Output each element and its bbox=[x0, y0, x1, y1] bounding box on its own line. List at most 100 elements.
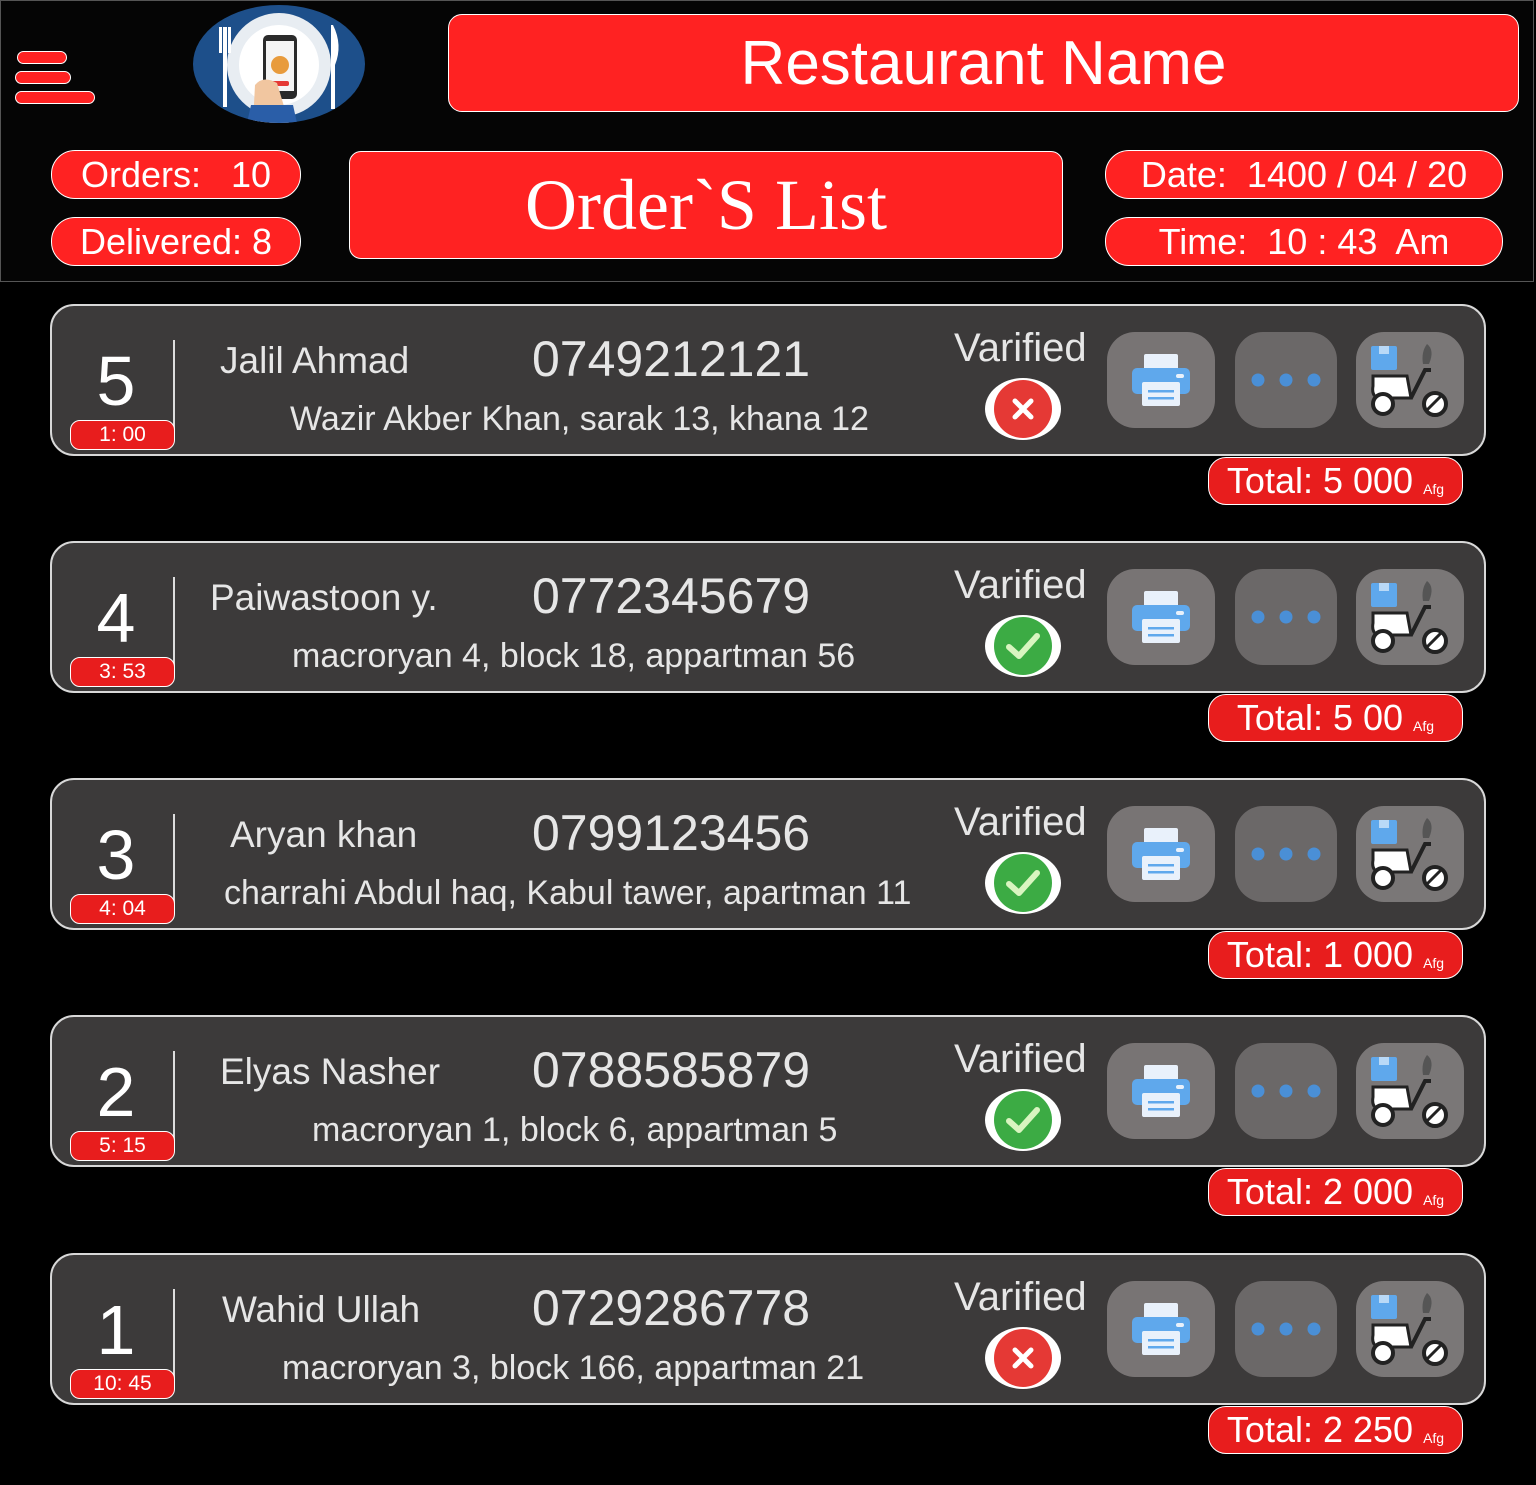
time-badge: Time: 10 : 43 Am bbox=[1105, 217, 1503, 266]
currency: Afg bbox=[1423, 1430, 1445, 1446]
order-number: 1 bbox=[96, 1291, 136, 1369]
order-total-badge: Total: 2 000 Afg bbox=[1208, 1168, 1463, 1216]
order-total: Total: 5 00 bbox=[1236, 697, 1404, 738]
date-badge: Date: 1400 / 04 / 20 bbox=[1105, 150, 1503, 199]
customer-address: Wazir Akber Khan, sarak 13, khana 12 bbox=[290, 400, 869, 438]
order-time-badge: 4: 04 bbox=[70, 894, 175, 924]
restaurant-name: Restaurant Name bbox=[448, 14, 1519, 112]
order-time-badge: 10: 45 bbox=[70, 1369, 175, 1399]
divider bbox=[173, 814, 175, 910]
verified-label: Varified bbox=[954, 326, 1087, 370]
customer-address: macroryan 1, block 6, appartman 5 bbox=[312, 1111, 838, 1149]
currency: Afg bbox=[1423, 481, 1445, 497]
verified-status-icon bbox=[985, 852, 1061, 914]
printer-icon bbox=[1132, 828, 1190, 880]
check-icon bbox=[994, 854, 1052, 912]
customer-name: Jalil Ahmad bbox=[220, 340, 410, 381]
orders-count-badge: Orders: 10 bbox=[51, 150, 301, 199]
print-button[interactable] bbox=[1107, 569, 1215, 665]
hamburger-menu-icon[interactable] bbox=[15, 51, 97, 111]
print-button[interactable] bbox=[1107, 806, 1215, 902]
order-total-badge: Total: 1 000 Afg bbox=[1208, 931, 1463, 979]
printer-icon bbox=[1132, 1303, 1190, 1355]
check-icon bbox=[994, 1091, 1052, 1149]
more-options-icon bbox=[1251, 373, 1321, 387]
more-options-button[interactable] bbox=[1235, 1281, 1337, 1377]
more-options-button[interactable] bbox=[1235, 1043, 1337, 1139]
delivery-scooter-icon bbox=[1371, 1055, 1448, 1128]
printer-icon bbox=[1132, 354, 1190, 406]
order-number: 2 bbox=[96, 1053, 136, 1131]
deliver-button[interactable] bbox=[1356, 569, 1464, 665]
currency: Afg bbox=[1423, 955, 1445, 971]
customer-phone: 0749212121 bbox=[532, 331, 811, 387]
print-button[interactable] bbox=[1107, 332, 1215, 428]
check-icon bbox=[994, 617, 1052, 675]
order-number: 5 bbox=[96, 342, 136, 420]
currency: Afg bbox=[1423, 1192, 1445, 1208]
verified-status-icon bbox=[985, 378, 1061, 440]
more-options-button[interactable] bbox=[1235, 569, 1337, 665]
order-total: Total: 5 000 bbox=[1226, 460, 1414, 501]
customer-address: macroryan 3, block 166, appartman 21 bbox=[282, 1349, 865, 1387]
customer-address: charrahi Abdul haq, Kabul tawer, apartma… bbox=[224, 874, 912, 912]
more-options-button[interactable] bbox=[1235, 806, 1337, 902]
menu-bar-middle bbox=[15, 71, 71, 84]
divider bbox=[173, 577, 175, 673]
customer-phone: 0729286778 bbox=[532, 1280, 811, 1336]
customer-name: Wahid Ullah bbox=[222, 1289, 421, 1330]
printer-icon bbox=[1132, 1065, 1190, 1117]
order-card[interactable]: 3 4: 04 Aryan khan 0799123456 charrahi A… bbox=[50, 778, 1486, 930]
order-number: 4 bbox=[96, 579, 136, 657]
more-options-icon bbox=[1251, 1322, 1321, 1336]
more-options-button[interactable] bbox=[1235, 332, 1337, 428]
divider bbox=[173, 1289, 175, 1385]
delivery-scooter-icon bbox=[1371, 581, 1448, 654]
verified-label: Varified bbox=[954, 800, 1087, 844]
print-button[interactable] bbox=[1107, 1043, 1215, 1139]
order-time-badge: 3: 53 bbox=[70, 657, 175, 687]
menu-bar-top bbox=[17, 51, 67, 64]
order-time-badge: 1: 00 bbox=[70, 420, 175, 450]
print-button[interactable] bbox=[1107, 1281, 1215, 1377]
customer-name: Aryan khan bbox=[230, 814, 418, 855]
restaurant-logo bbox=[193, 5, 365, 123]
cross-icon bbox=[994, 1329, 1052, 1387]
menu-bar-bottom bbox=[15, 91, 95, 104]
more-options-icon bbox=[1251, 1084, 1321, 1098]
customer-name: Elyas Nasher bbox=[220, 1051, 441, 1092]
deliver-button[interactable] bbox=[1356, 332, 1464, 428]
printer-icon bbox=[1132, 591, 1190, 643]
delivery-scooter-icon bbox=[1371, 1293, 1448, 1366]
order-card[interactable]: 5 1: 00 Jalil Ahmad 0749212121 Wazir Akb… bbox=[50, 304, 1486, 456]
order-time-badge: 5: 15 bbox=[70, 1131, 175, 1161]
divider bbox=[173, 340, 175, 436]
verified-status-icon bbox=[985, 1089, 1061, 1151]
customer-name: Paiwastoon y. bbox=[210, 577, 438, 618]
order-total: Total: 2 000 bbox=[1226, 1171, 1414, 1212]
order-total: Total: 2 250 bbox=[1226, 1409, 1414, 1450]
customer-phone: 0799123456 bbox=[532, 805, 811, 861]
verified-status-icon bbox=[985, 615, 1061, 677]
page-title: Order`S List bbox=[349, 151, 1063, 259]
deliver-button[interactable] bbox=[1356, 806, 1464, 902]
order-card[interactable]: 2 5: 15 Elyas Nasher 0788585879 macrorya… bbox=[50, 1015, 1486, 1167]
delivery-scooter-icon bbox=[1371, 344, 1448, 417]
deliver-button[interactable] bbox=[1356, 1043, 1464, 1139]
verified-label: Varified bbox=[954, 1275, 1087, 1319]
order-total-badge: Total: 5 000 Afg bbox=[1208, 457, 1463, 505]
more-options-icon bbox=[1251, 610, 1321, 624]
deliver-button[interactable] bbox=[1356, 1281, 1464, 1377]
delivery-scooter-icon bbox=[1371, 818, 1448, 891]
customer-phone: 0788585879 bbox=[532, 1042, 811, 1098]
customer-address: macroryan 4, block 18, appartman 56 bbox=[292, 637, 856, 675]
currency: Afg bbox=[1413, 718, 1435, 734]
app-header: Restaurant Name Orders: 10 Delivered: 8 … bbox=[0, 0, 1534, 282]
verified-status-icon bbox=[985, 1327, 1061, 1389]
order-total: Total: 1 000 bbox=[1226, 934, 1414, 975]
order-card[interactable]: 1 10: 45 Wahid Ullah 0729286778 macrorya… bbox=[50, 1253, 1486, 1405]
order-number: 3 bbox=[96, 816, 136, 894]
divider bbox=[173, 1051, 175, 1147]
verified-label: Varified bbox=[954, 1037, 1087, 1081]
order-card[interactable]: 4 3: 53 Paiwastoon y. 0772345679 macrory… bbox=[50, 541, 1486, 693]
